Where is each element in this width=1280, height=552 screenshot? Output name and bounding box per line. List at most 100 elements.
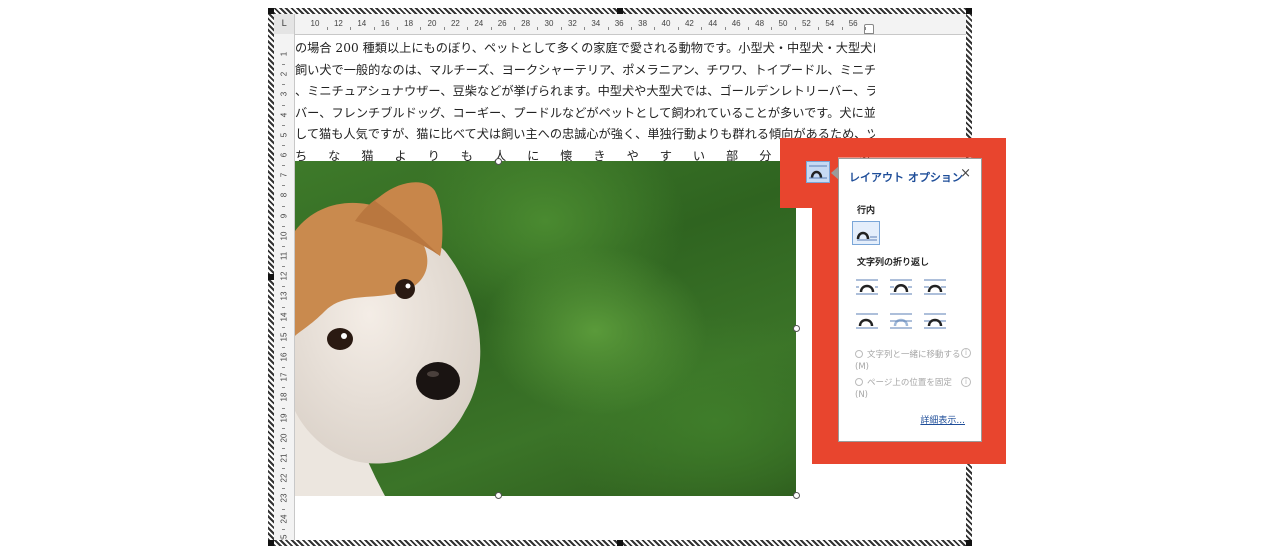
ruler-tick-label: 22	[279, 473, 289, 483]
wrap-tight-option[interactable]	[887, 275, 915, 299]
ruler-tick-label: 13	[279, 291, 289, 301]
ruler-tick-label: 38	[638, 19, 648, 28]
info-icon[interactable]: i	[961, 377, 971, 387]
ruler-tick-label: 48	[755, 19, 765, 28]
radio-move-label: 文字列と一緒に移動する(M)	[855, 350, 961, 372]
panel-title: レイアウト オプション	[849, 171, 963, 184]
inline-heading: 行内	[857, 206, 876, 216]
square-wrap-icon	[856, 279, 878, 295]
ruler-tick-label: 14	[357, 19, 367, 28]
horizontal-ruler[interactable]: L 10 12 14 16 18 20 22 24 26 28 30 32 34 36 38 40 42 44 46…	[274, 14, 966, 35]
ruler-tick-label: 19	[279, 413, 289, 423]
ruler-tick	[560, 27, 562, 30]
frame-corner-handle[interactable]	[268, 540, 274, 546]
resize-handle-bottom[interactable]	[495, 492, 502, 499]
ruler-tick	[513, 27, 515, 30]
ruler-tick-label: 10	[279, 231, 289, 241]
wrap-square-option[interactable]	[853, 275, 881, 299]
ruler-tick-label: 24	[279, 514, 289, 524]
ruler-tick	[443, 27, 445, 30]
ruler-tick	[841, 27, 843, 30]
radio-button[interactable]	[855, 378, 863, 386]
ruler-tick	[282, 508, 285, 510]
ruler-tick	[630, 27, 632, 30]
frame-corner-handle[interactable]	[966, 8, 972, 14]
ruler-tick-label: 52	[801, 19, 811, 28]
ruler-tick	[282, 245, 285, 247]
wrap-in-front-option[interactable]	[921, 309, 949, 333]
ruler-tick	[396, 27, 398, 30]
vertical-ruler[interactable]: 1 2 3 4 5 6 7 8 9 10 11 12 13 14 15 16 17 18 19 20 21 22 23 24 2…	[274, 34, 295, 540]
radio-button[interactable]	[855, 350, 863, 358]
dog-photo[interactable]: ⟳	[295, 161, 796, 496]
ruler-tick	[654, 27, 656, 30]
ruler-tick-label: 14	[279, 312, 289, 322]
ruler-tick	[282, 144, 285, 146]
ruler-tick-label: 26	[497, 19, 507, 28]
ruler-tick-label: 24	[474, 19, 484, 28]
tab-stop-selector[interactable]: L	[274, 14, 295, 34]
ruler-tick-label: 18	[404, 19, 414, 28]
ruler-tick-label: 4	[279, 112, 289, 117]
ruler-tick	[282, 326, 285, 328]
in-front-icon	[924, 313, 946, 329]
wrap-top-bottom-option[interactable]	[853, 309, 881, 333]
text-line[interactable]: 飼い犬で一般的なのは、マルチーズ、ヨークシャーテリア、ポメラニアン、チワワ、トイ…	[295, 60, 875, 82]
ruler-tick	[282, 346, 285, 348]
ruler-tick-label: 8	[279, 193, 289, 198]
ruler-tick	[282, 64, 285, 66]
ruler-tick	[282, 124, 285, 126]
wrap-behind-text-option[interactable]	[887, 309, 915, 333]
ruler-tick-label: 20	[427, 19, 437, 28]
info-icon[interactable]: i	[961, 348, 971, 358]
radio-fix-position[interactable]: ページ上の位置を固定(N)	[855, 377, 963, 401]
ruler-tick	[747, 27, 749, 30]
ruler-tick-label: 9	[279, 213, 289, 218]
frame-bottom-handle[interactable]	[617, 540, 623, 546]
ruler-tick-label: 12	[333, 19, 343, 28]
ruler-tick-label: 56	[848, 19, 858, 28]
resize-handle-top[interactable]	[495, 158, 502, 165]
ruler-tick	[467, 27, 469, 30]
top-bottom-wrap-icon	[856, 313, 878, 329]
ruler-tick-label: 22	[450, 19, 460, 28]
text-line[interactable]: バー、フレンチブルドッグ、コーギー、プードルなどがペットとして飼われていることが…	[295, 103, 875, 125]
ruler-tick-label: 44	[708, 19, 718, 28]
radio-move-with-text[interactable]: 文字列と一緒に移動する(M)	[855, 349, 963, 373]
ruler-tick-label: 16	[380, 19, 390, 28]
wrap-through-option[interactable]	[921, 275, 949, 299]
ruler-tick	[607, 27, 609, 30]
text-line[interactable]: の場合 200 種類以上にものぼり、ペットとして多くの家庭で愛される動物です。小…	[295, 38, 875, 60]
see-more-link[interactable]: 詳細表示...	[920, 413, 965, 426]
ruler-tick-label: 25	[279, 534, 289, 540]
ruler-tick-label: 3	[279, 92, 289, 97]
resize-handle-bottom-right[interactable]	[793, 492, 800, 499]
ruler-tick-label: 15	[279, 332, 289, 342]
layout-options-panel: レイアウト オプション × 行内 文字列の折り返し 文字列と一緒に移動する(M)…	[838, 158, 982, 442]
ruler-tick	[537, 27, 539, 30]
ruler-tick-label: 32	[567, 19, 577, 28]
ruler-tick-label: 11	[279, 251, 289, 261]
ruler-tick-label: 46	[731, 19, 741, 28]
ruler-tick	[282, 266, 285, 268]
ruler-tick-label: 16	[279, 352, 289, 362]
ruler-tick	[584, 27, 586, 30]
ruler-tick	[724, 27, 726, 30]
behind-text-icon	[890, 313, 912, 329]
ruler-tick	[350, 27, 352, 30]
inline-wrap-icon	[856, 231, 877, 241]
ruler-tick-label: 12	[279, 271, 289, 281]
wrap-inline-option[interactable]	[852, 221, 880, 245]
ruler-tick-label: 28	[521, 19, 531, 28]
layout-options-button[interactable]	[806, 161, 830, 183]
ruler-tick	[282, 165, 285, 167]
close-icon[interactable]: ×	[960, 166, 971, 181]
ruler-tick	[326, 27, 328, 30]
ruler-tick	[701, 27, 703, 30]
radio-fix-label: ページ上の位置を固定(N)	[855, 378, 952, 400]
frame-corner-handle[interactable]	[966, 540, 972, 546]
ruler-tick	[794, 27, 796, 30]
ruler-tick-label: 21	[279, 453, 289, 463]
text-line[interactable]: 、ミニチュアシュナウザー、豆柴などが挙げられます。中型犬や大型犬では、ゴールデン…	[295, 81, 875, 103]
ruler-tick-label: 30	[544, 19, 554, 28]
